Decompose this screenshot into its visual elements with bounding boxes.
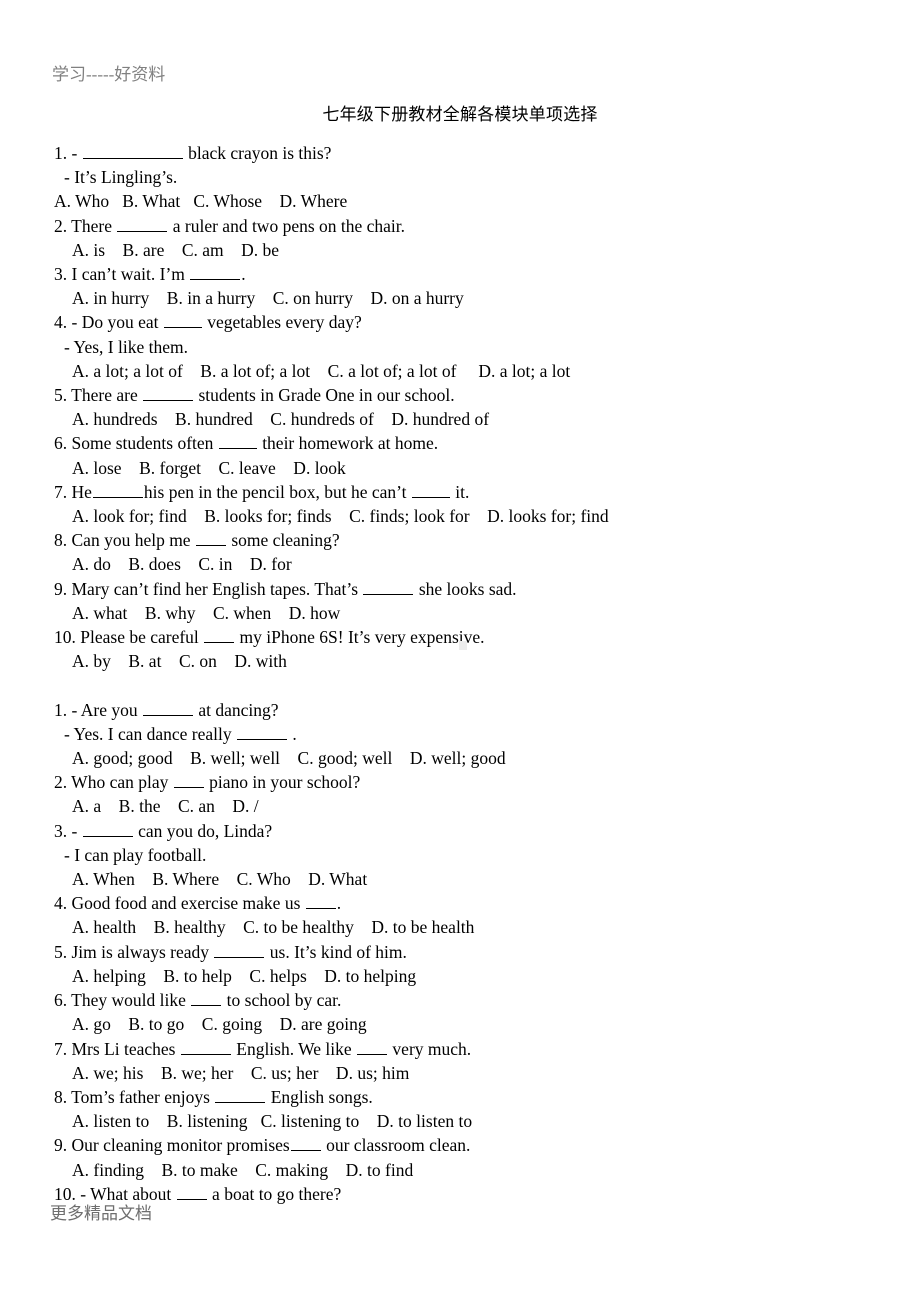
question-stem: 4. - Do you eat vegetables every day? (54, 311, 362, 333)
scan-artifact (459, 641, 467, 650)
question-options[interactable]: A. is B. are C. am D. be (54, 238, 884, 262)
question-stem: 6. They would like to school by car. (54, 989, 342, 1011)
question-options[interactable]: A. go B. to go C. going D. are going (54, 1012, 884, 1036)
answer-blank[interactable] (176, 1183, 207, 1200)
question-options[interactable]: A. helping B. to help C. helps D. to hel… (54, 964, 884, 988)
page-title: 七年级下册教材全解各模块单项选择 (322, 105, 598, 124)
question-stem: 3. - can you do, Linda? (54, 820, 273, 841)
header-watermark: 学习-----好资料 (52, 65, 166, 84)
question-stem: 5. Jim is always ready us. It’s kind of … (54, 941, 407, 962)
answer-blank[interactable] (357, 1037, 388, 1055)
question-options[interactable]: A. listen to B. listening C. listening t… (54, 1109, 884, 1133)
question-options[interactable]: A. Who B. What C. Whose D. Where (54, 189, 884, 213)
question-stem: 8. Tom’s father enjoys English songs. (54, 1086, 373, 1107)
question-stem: 6. Some students often their homework at… (54, 432, 439, 454)
answer-blank[interactable] (190, 263, 241, 281)
question-options[interactable]: A. lose B. forget C. leave D. look (54, 456, 884, 480)
question-reply: - It’s Lingling’s. (64, 167, 178, 188)
question-options[interactable]: A. good; good B. well; well C. good; wel… (54, 746, 884, 770)
question-options[interactable]: A. by B. at C. on D. with (54, 649, 884, 673)
document-page: 学习-----好资料 七年级下册教材全解各模块单项选择 1. - black c… (0, 0, 920, 1302)
question-reply: - Yes. I can dance really . (64, 723, 297, 744)
answer-blank[interactable] (214, 941, 265, 958)
answer-blank[interactable] (142, 699, 193, 716)
question-stem: 9. Mary can’t find her English tapes. Th… (54, 578, 517, 599)
question-options[interactable]: A. we; his B. we; her C. us; her D. us; … (54, 1061, 884, 1085)
answer-blank[interactable] (191, 989, 222, 1007)
answer-blank[interactable] (305, 892, 336, 910)
question-stem: 10. Please be careful my iPhone 6S! It’s… (54, 626, 485, 648)
question-options[interactable]: A. finding B. to make C. making D. to fi… (54, 1158, 884, 1182)
answer-blank[interactable] (82, 142, 183, 159)
answer-blank[interactable] (363, 578, 414, 595)
question-options[interactable]: A. a B. the C. an D. / (54, 794, 884, 818)
question-stem: 7. Mrs Li teaches English. We like very … (54, 1037, 472, 1059)
question-options[interactable]: A. health B. healthy C. to be healthy D.… (54, 915, 884, 939)
answer-blank[interactable] (195, 529, 226, 547)
question-options[interactable]: A. a lot; a lot of B. a lot of; a lot C.… (54, 359, 884, 383)
question-stem: 2. There a ruler and two pens on the cha… (54, 215, 406, 236)
question-options[interactable]: A. look for; find B. looks for; finds C.… (54, 504, 884, 528)
question-stem: 3. I can’t wait. I’m . (54, 263, 246, 285)
question-reply: - Yes, I like them. (64, 336, 188, 357)
question-options[interactable]: A. hundreds B. hundred C. hundreds of D.… (54, 407, 884, 431)
question-stem: 10. - What about a boat to go there? (54, 1183, 342, 1204)
questions-body: 1. - black crayon is this? - It’s Linglin… (54, 141, 884, 1206)
answer-blank[interactable] (82, 820, 133, 837)
question-stem: 7. He his pen in the pencil box, but he c… (54, 481, 470, 502)
footer-watermark: 更多精品文档 (50, 1204, 152, 1223)
question-options[interactable]: A. When B. Where C. Who D. What (54, 867, 884, 891)
answer-blank[interactable] (163, 311, 202, 329)
question-reply: - I can play football. (64, 844, 207, 865)
answer-blank[interactable] (180, 1037, 231, 1055)
question-stem: 9. Our cleaning monitor promises our cla… (54, 1134, 471, 1156)
answer-blank[interactable] (92, 481, 143, 498)
answer-blank[interactable] (215, 1086, 266, 1103)
answer-blank[interactable] (290, 1134, 321, 1152)
answer-blank[interactable] (173, 771, 204, 789)
question-stem: 5. There are students in Grade One in ou… (54, 384, 455, 406)
answer-blank[interactable] (218, 432, 257, 450)
question-options[interactable]: A. what B. why C. when D. how (54, 601, 884, 625)
question-stem: 2. Who can play piano in your school? (54, 771, 361, 793)
question-stem: 8. Can you help me some cleaning? (54, 529, 340, 551)
answer-blank[interactable] (411, 481, 450, 498)
question-options[interactable]: A. in hurry B. in a hurry C. on hurry D.… (54, 286, 884, 310)
question-stem: 1. - Are you at dancing? (54, 699, 279, 720)
question-options[interactable]: A. do B. does C. in D. for (54, 552, 884, 576)
answer-blank[interactable] (143, 384, 194, 402)
answer-blank[interactable] (204, 626, 235, 644)
answer-blank[interactable] (237, 723, 288, 740)
question-stem: 4. Good food and exercise make us . (54, 892, 342, 914)
answer-blank[interactable] (117, 215, 168, 232)
question-stem: 1. - black crayon is this? (54, 142, 332, 163)
